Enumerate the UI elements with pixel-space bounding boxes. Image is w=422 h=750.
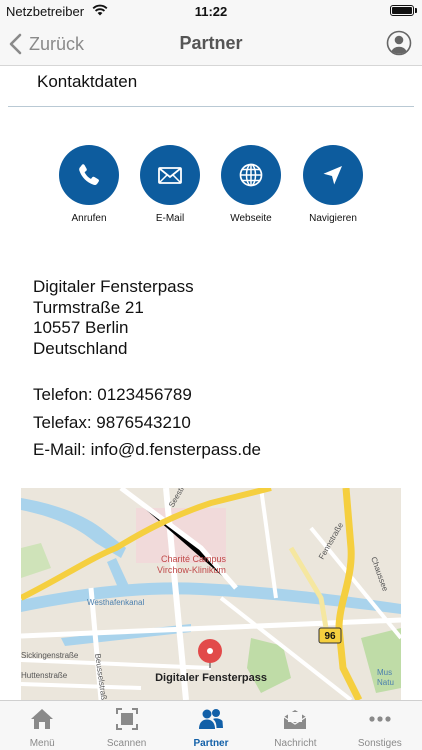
- user-circle-icon[interactable]: [386, 30, 412, 56]
- status-time: 11:22: [194, 4, 228, 19]
- navigate-button[interactable]: Navigieren: [293, 145, 373, 224]
- home-icon: [31, 709, 54, 729]
- envelope-icon: [158, 167, 182, 184]
- tab-message[interactable]: Nachricht: [253, 701, 337, 750]
- map-label-westhafen: Westhafenkanal: [87, 598, 144, 607]
- tab-partner[interactable]: Partner: [169, 701, 253, 750]
- tab-more[interactable]: Sonstiges: [338, 701, 422, 750]
- map-label-charite-1: Charité Campus: [161, 554, 227, 564]
- partner-name: Digitaler Fensterpass: [33, 277, 194, 296]
- address-street: Turmstraße 21: [33, 297, 144, 317]
- email-text: E-Mail: info@d.fensterpass.de: [33, 440, 261, 459]
- call-label: Anrufen: [71, 213, 107, 224]
- map-pin-label: Digitaler Fensterpass: [155, 672, 267, 684]
- tab-menu-label: Menü: [29, 738, 55, 749]
- map-label-charite-2: Virchow-Klinikum: [157, 565, 226, 575]
- website-button[interactable]: Webseite: [211, 145, 291, 224]
- email-button[interactable]: E-Mail: [130, 145, 210, 224]
- map-canvas: 96 Seestraße Charité Campus Virchow-Klin…: [21, 488, 401, 700]
- section-title: Kontaktdaten: [37, 72, 138, 91]
- more-icon: [369, 716, 391, 722]
- tab-more-label: Sonstiges: [357, 738, 402, 749]
- location-arrow-icon: [323, 166, 342, 185]
- page-title: Partner: [179, 33, 243, 53]
- call-button[interactable]: Anrufen: [49, 145, 129, 224]
- fax-text: Telefax: 9876543210: [33, 412, 191, 432]
- tab-scan-label: Scannen: [106, 738, 147, 749]
- status-bar: Netzbetreiber 11:22: [0, 0, 422, 22]
- battery-icon: [390, 5, 417, 16]
- email-label: E-Mail: [155, 213, 185, 224]
- nav-bar: Zurück Partner: [0, 22, 422, 66]
- phone-text: Telefon: 0123456789: [33, 385, 192, 404]
- tab-message-label: Nachricht: [274, 738, 317, 749]
- tab-bar: Menü Scannen Partner Nachricht Sonstiges: [0, 700, 422, 750]
- scan-icon: [115, 708, 138, 730]
- phone-icon: [79, 164, 99, 185]
- tab-partner-label: Partner: [193, 738, 229, 749]
- navigate-label: Navigieren: [309, 213, 357, 224]
- map-label-sickingenstrasse: Sickingenstraße: [21, 651, 79, 660]
- tab-scan[interactable]: Scannen: [84, 701, 168, 750]
- section-divider: [8, 106, 414, 107]
- address-block: Digitaler Fensterpass Turmstraße 21 1055…: [33, 277, 194, 359]
- address-country: Deutschland: [33, 338, 128, 358]
- message-icon: [284, 710, 307, 729]
- route-badge: 96: [324, 631, 336, 642]
- tab-menu[interactable]: Menü: [0, 701, 84, 750]
- globe-icon: [239, 163, 263, 187]
- website-label: Webseite: [230, 213, 272, 224]
- contact-block: Telefon: 0123456789 Telefax: 9876543210 …: [33, 385, 261, 468]
- address-city: 10557 Berlin: [33, 318, 129, 337]
- partners-icon: [199, 709, 224, 729]
- location-map[interactable]: 96 Seestraße Charité Campus Virchow-Klin…: [21, 488, 401, 700]
